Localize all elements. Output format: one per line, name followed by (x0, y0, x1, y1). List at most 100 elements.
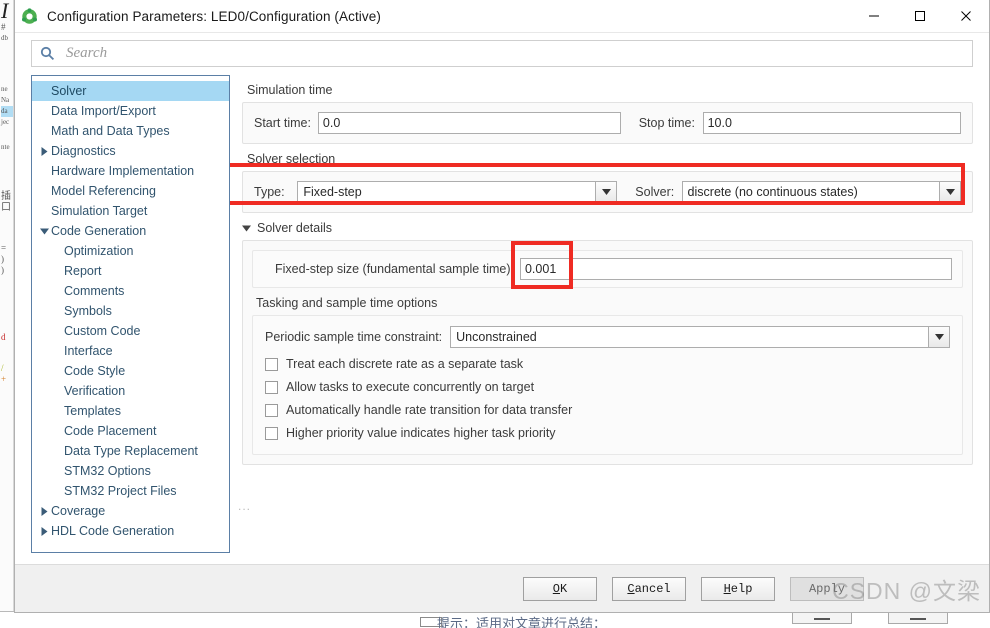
cancel-button[interactable]: Cancel (612, 576, 686, 601)
solver-type-combo[interactable]: Fixed-step (297, 181, 618, 203)
tree-item-stm32-project-files[interactable]: STM32 Project Files (32, 481, 229, 501)
title-bar: Configuration Parameters: LED0/Configura… (15, 0, 989, 33)
fixed-step-size-input[interactable] (519, 258, 952, 280)
background-left-big-glyph: I (1, 0, 9, 23)
tree-item-label: Templates (64, 404, 121, 418)
tree-item-label: Verification (64, 384, 126, 398)
cancel-label-post: ancel (634, 581, 671, 596)
apply-button[interactable]: Apply (790, 576, 864, 601)
tree-item-label: Diagnostics (51, 144, 116, 158)
tree-item-code-style[interactable]: Code Style (32, 361, 229, 381)
chevron-down-icon[interactable] (928, 327, 949, 347)
background-left-panel: I # db ne Na da jec nte 插口 =)) d / + (0, 0, 14, 628)
solver-selection-title: Solver selection (247, 152, 336, 166)
tree-item-label: Symbols (64, 304, 112, 318)
checkbox-1[interactable] (265, 357, 278, 371)
tree-item-label: Model Referencing (51, 184, 156, 198)
tasking-checkbox-row[interactable]: Automatically handle rate transition for… (265, 403, 950, 417)
tree-item-label: Data Import/Export (51, 104, 156, 118)
tree-item-label: Solver (51, 84, 87, 98)
stop-time-input[interactable] (702, 112, 962, 134)
triangle-right-icon[interactable] (38, 526, 51, 536)
tree-item-report[interactable]: Report (32, 261, 229, 281)
periodic-sample-time-constraint-combo[interactable]: Unconstrained (450, 326, 950, 348)
tree-item-simulation-target[interactable]: Simulation Target (32, 201, 229, 221)
tree-item-model-referencing[interactable]: Model Referencing (32, 181, 229, 201)
tree-item-label: Code Style (64, 364, 126, 378)
help-button[interactable]: Help (701, 576, 775, 601)
periodic-sample-time-constraint-label: Periodic sample time constraint: (265, 330, 443, 344)
checkbox-label: Automatically handle rate transition for… (286, 403, 573, 417)
tree-item-interface[interactable]: Interface (32, 341, 229, 361)
tree-item-symbols[interactable]: Symbols (32, 301, 229, 321)
tree-item-label: Custom Code (64, 324, 141, 338)
tree-item-hardware-implementation[interactable]: Hardware Implementation (32, 161, 229, 181)
solver-value: discrete (no continuous states) (687, 185, 858, 199)
solver-type-value: Fixed-step (303, 185, 362, 199)
tree-item-label: Comments (64, 284, 125, 298)
simulation-time-title: Simulation time (247, 83, 333, 97)
tree-item-label: Interface (64, 344, 113, 358)
tree-item-optimization[interactable]: Optimization (32, 241, 229, 261)
tree-item-comments[interactable]: Comments (32, 281, 229, 301)
tasking-checkbox-row[interactable]: Allow tasks to execute concurrently on t… (265, 380, 950, 394)
settings-content: Simulation time Start time: Stop time: S… (230, 75, 973, 564)
dialog-footer: OK Cancel Help Apply CSDN @文梁 (15, 564, 989, 612)
checkbox-label: Higher priority value indicates higher t… (286, 426, 556, 440)
tree-item-verification[interactable]: Verification (32, 381, 229, 401)
solver-combo[interactable]: discrete (no continuous states) (681, 181, 962, 203)
configuration-parameters-dialog: Configuration Parameters: LED0/Configura… (14, 0, 990, 613)
tasking-checkbox-row[interactable]: Higher priority value indicates higher t… (265, 426, 950, 440)
triangle-down-icon[interactable] (242, 225, 251, 232)
tree-item-label: Report (64, 264, 102, 278)
ok-mnemonic: O (552, 581, 560, 596)
tree-item-hdl-code-generation[interactable]: HDL Code Generation (32, 521, 229, 541)
tree-item-coverage[interactable]: Coverage (32, 501, 229, 521)
close-button[interactable] (943, 0, 989, 33)
search-box[interactable] (31, 40, 973, 67)
solver-details-panel: Fixed-step size (fundamental sample time… (242, 240, 973, 465)
tree-item-diagnostics[interactable]: Diagnostics (32, 141, 229, 161)
solver-selection-panel: Type: Fixed-step Solver: discrete (no co… (242, 171, 973, 213)
background-left-lines: # db ne Na da jec nte 插口 =)) d / + (1, 22, 13, 384)
solver-details-title: Solver details (257, 221, 333, 235)
triangle-down-icon[interactable] (38, 228, 51, 235)
help-mnemonic: H (723, 581, 731, 596)
checkbox-3[interactable] (265, 403, 278, 417)
background-bottom-button-1 (792, 612, 852, 624)
tree-item-data-import-export[interactable]: Data Import/Export (32, 101, 229, 121)
tree-item-code-placement[interactable]: Code Placement (32, 421, 229, 441)
tree-item-label: Math and Data Types (51, 124, 170, 138)
checkbox-4[interactable] (265, 426, 278, 440)
tree-item-solver[interactable]: Solver (32, 81, 229, 101)
solver-details-header[interactable]: Solver details (242, 221, 973, 235)
tree-item-label: Hardware Implementation (51, 164, 195, 178)
tree-item-label: Data Type Replacement (64, 444, 198, 458)
checkbox-2[interactable] (265, 380, 278, 394)
tree-item-label: STM32 Project Files (64, 484, 177, 498)
dialog-body: Solver Data Import/Export Math and Data Ty… (15, 75, 989, 564)
window-controls (851, 0, 989, 33)
background-bottom-text: 提示：适用对文章进行总结： (437, 616, 607, 628)
search-input[interactable] (64, 44, 972, 63)
triangle-right-icon[interactable] (38, 146, 51, 156)
tree-item-custom-code[interactable]: Custom Code (32, 321, 229, 341)
settings-tree[interactable]: Solver Data Import/Export Math and Data Ty… (31, 75, 230, 553)
tree-item-data-type-replacement[interactable]: Data Type Replacement (32, 441, 229, 461)
tree-item-label: Code Placement (64, 424, 157, 438)
tree-item-stm32-options[interactable]: STM32 Options (32, 461, 229, 481)
chevron-down-icon[interactable] (595, 182, 617, 202)
ok-button[interactable]: OK (523, 576, 597, 601)
triangle-right-icon[interactable] (38, 506, 51, 516)
tree-item-templates[interactable]: Templates (32, 401, 229, 421)
minimize-button[interactable] (851, 0, 897, 33)
tree-item-math-and-data-types[interactable]: Math and Data Types (32, 121, 229, 141)
tasking-title: Tasking and sample time options (256, 296, 438, 310)
chevron-down-icon[interactable] (939, 182, 961, 202)
cancel-mnemonic: C (627, 581, 635, 596)
tasking-checkbox-row[interactable]: Treat each discrete rate as a separate t… (265, 357, 950, 371)
search-row (15, 33, 989, 75)
start-time-input[interactable] (317, 112, 621, 134)
tree-item-code-generation[interactable]: Code Generation (32, 221, 229, 241)
maximize-button[interactable] (897, 0, 943, 33)
